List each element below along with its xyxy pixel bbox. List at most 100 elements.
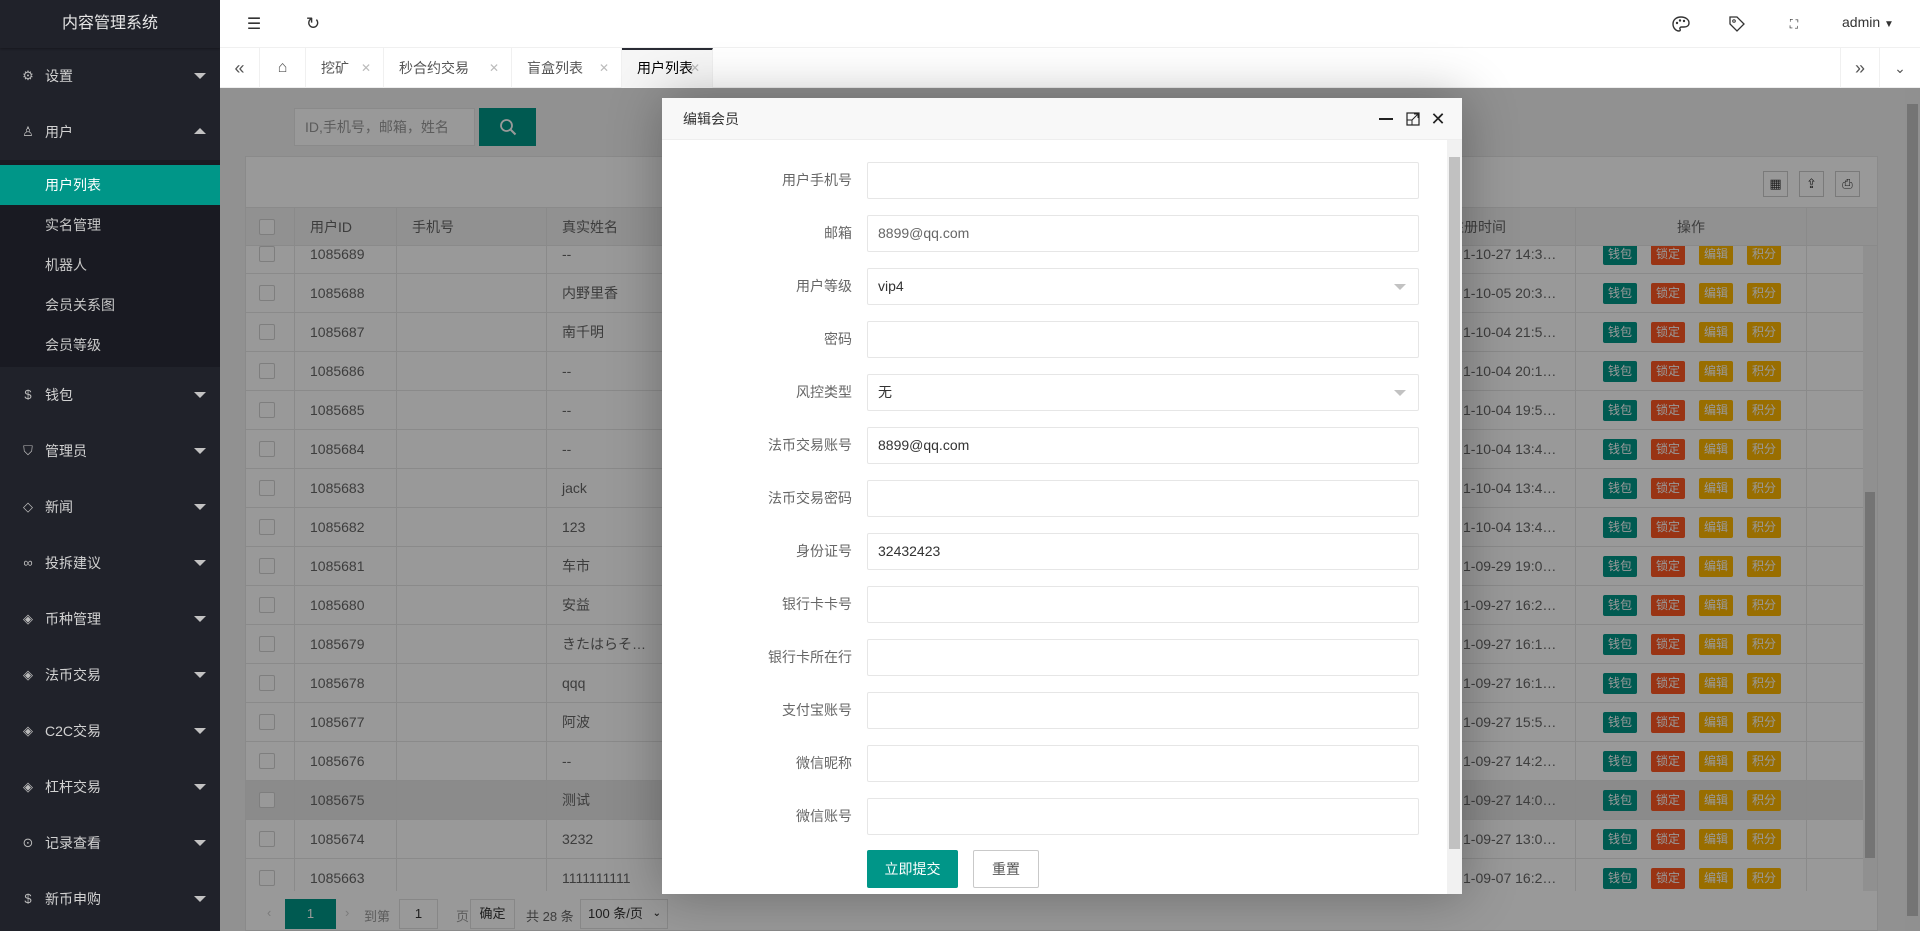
caret-down-icon bbox=[194, 840, 206, 846]
sidebar-item-4[interactable]: ◇ 新闻 bbox=[0, 479, 220, 535]
tab-3[interactable]: 用户列表 ✕ bbox=[622, 48, 713, 88]
sidebar-item-8[interactable]: ◈ C2C交易 bbox=[0, 703, 220, 759]
close-icon[interactable]: ✕ bbox=[1428, 108, 1448, 130]
diamond-icon: ◈ bbox=[23, 611, 33, 626]
caret-down-icon bbox=[194, 392, 206, 398]
sidebar-item-3[interactable]: ⛉ 管理员 bbox=[0, 423, 220, 479]
tab-close-icon[interactable]: ✕ bbox=[489, 48, 499, 88]
field-input[interactable] bbox=[867, 692, 1419, 729]
tab-label: 秒合约交易 bbox=[399, 60, 469, 76]
palette-icon[interactable] bbox=[1669, 12, 1693, 36]
sidebar-item-6[interactable]: ◈ 币种管理 bbox=[0, 591, 220, 647]
tab-close-icon[interactable]: ✕ bbox=[690, 50, 700, 86]
tab-2[interactable]: 盲盒列表 ✕ bbox=[512, 48, 622, 88]
field-select[interactable]: vip4 bbox=[867, 268, 1419, 305]
tab-close-icon[interactable]: ✕ bbox=[599, 48, 609, 88]
field-input[interactable]: 8899@qq.com bbox=[867, 427, 1419, 464]
tabs-scroll-right-icon[interactable]: » bbox=[1840, 48, 1880, 88]
field-label: 支付宝账号 bbox=[782, 702, 852, 718]
tab-1[interactable]: 秒合约交易 ✕ bbox=[384, 48, 512, 88]
field-input[interactable] bbox=[867, 798, 1419, 835]
field-value: 8899@qq.com bbox=[878, 437, 970, 453]
minimize-icon[interactable] bbox=[1376, 108, 1396, 130]
reset-button[interactable]: 重置 bbox=[973, 850, 1039, 888]
sidebar-item-label: 法币交易 bbox=[45, 667, 101, 683]
menu-fold-icon[interactable]: ☰ bbox=[242, 12, 266, 36]
field-input[interactable]: 8899@qq.com bbox=[867, 215, 1419, 252]
user-menu[interactable]: admin ▼ bbox=[1842, 14, 1894, 30]
submenu-item-4[interactable]: 会员等级 bbox=[0, 325, 220, 365]
sidebar-item-7[interactable]: ◈ 法币交易 bbox=[0, 647, 220, 703]
caret-down-icon bbox=[194, 672, 206, 678]
caret-down-icon bbox=[194, 504, 206, 510]
fullscreen-icon[interactable]: ⛶ bbox=[1782, 12, 1806, 36]
caret-down-icon bbox=[194, 448, 206, 454]
shield-icon: ⛉ bbox=[23, 443, 33, 458]
field-input[interactable] bbox=[867, 745, 1419, 782]
sidebar-item-1[interactable]: ♙ 用户 bbox=[0, 104, 220, 160]
sidebar-item-2[interactable]: $ 钱包 bbox=[0, 367, 220, 423]
sidebar-item-label: C2C交易 bbox=[45, 723, 102, 739]
refresh-icon[interactable]: ↻ bbox=[301, 12, 325, 36]
diamond-icon: ◈ bbox=[23, 723, 33, 738]
sidebar-item-label: 用户 bbox=[45, 124, 73, 140]
field-label: 身份证号 bbox=[796, 543, 852, 559]
field-value: 32432423 bbox=[878, 543, 941, 559]
caret-down-icon bbox=[194, 784, 206, 790]
sidebar-item-9[interactable]: ◈ 杠杆交易 bbox=[0, 759, 220, 815]
tag-icon: ◇ bbox=[23, 499, 33, 514]
tabs-dropdown-icon[interactable]: ⌄ bbox=[1880, 48, 1920, 88]
tag-icon[interactable] bbox=[1725, 12, 1749, 36]
sidebar-item-label: 新闻 bbox=[45, 499, 73, 515]
sidebar-item-label: 管理员 bbox=[45, 443, 87, 459]
field-input[interactable] bbox=[867, 639, 1419, 676]
sidebar-item-label: 钱包 bbox=[45, 387, 73, 403]
sidebar: 内容管理系统 用户列表 实名管理 机器人 会员关系图 会员等级 ⚙ 设置 ♙ 用户 $ 钱包 ⛉ 管理… bbox=[0, 0, 220, 931]
form-row: 微信账号 bbox=[662, 798, 1442, 835]
sidebar-item-10[interactable]: ⊙ 记录查看 bbox=[0, 815, 220, 871]
field-input[interactable] bbox=[867, 162, 1419, 199]
dialog-scrollbar[interactable] bbox=[1447, 140, 1462, 894]
caret-down-icon bbox=[1394, 284, 1406, 290]
maximize-icon[interactable] bbox=[1403, 108, 1423, 130]
tab-0[interactable]: 挖矿 ✕ bbox=[306, 48, 384, 88]
field-input[interactable] bbox=[867, 480, 1419, 517]
field-label: 邮箱 bbox=[824, 225, 852, 241]
field-value: vip4 bbox=[878, 278, 904, 294]
tab-label: 盲盒列表 bbox=[527, 60, 583, 76]
sidebar-item-label: 记录查看 bbox=[45, 835, 101, 851]
tab-close-icon[interactable]: ✕ bbox=[361, 48, 371, 88]
sidebar-item-label: 币种管理 bbox=[45, 611, 101, 627]
sidebar-item-0[interactable]: ⚙ 设置 bbox=[0, 48, 220, 104]
submenu-item-3[interactable]: 会员关系图 bbox=[0, 285, 220, 325]
field-input[interactable] bbox=[867, 586, 1419, 623]
submit-button[interactable]: 立即提交 bbox=[867, 850, 958, 888]
home-icon[interactable]: ⌂ bbox=[260, 48, 306, 88]
sidebar-item-11[interactable]: $ 新币申购 bbox=[0, 871, 220, 927]
field-label: 银行卡所在行 bbox=[768, 649, 852, 665]
user-submenu: 用户列表 实名管理 机器人 会员关系图 会员等级 bbox=[0, 160, 220, 367]
field-select[interactable]: 无 bbox=[867, 374, 1419, 411]
field-label: 用户等级 bbox=[796, 278, 852, 294]
field-label: 银行卡卡号 bbox=[782, 596, 852, 612]
top-header: ☰ ↻ ⛶ admin ▼ bbox=[220, 0, 1920, 48]
tabs-scroll-left-icon[interactable]: « bbox=[220, 48, 260, 88]
field-label: 风控类型 bbox=[796, 384, 852, 400]
field-label: 法币交易账号 bbox=[768, 437, 852, 453]
submenu-item-1[interactable]: 实名管理 bbox=[0, 205, 220, 245]
form-row: 邮箱 8899@qq.com bbox=[662, 215, 1442, 252]
submenu-item-0[interactable]: 用户列表 bbox=[0, 165, 220, 205]
form-row: 身份证号 32432423 bbox=[662, 533, 1442, 570]
form-row: 用户手机号 bbox=[662, 162, 1442, 199]
sidebar-item-label: 设置 bbox=[45, 68, 73, 84]
field-input[interactable] bbox=[867, 321, 1419, 358]
dollar-icon: $ bbox=[24, 387, 32, 402]
form-row: 密码 bbox=[662, 321, 1442, 358]
username: admin bbox=[1842, 14, 1881, 30]
field-input[interactable]: 32432423 bbox=[867, 533, 1419, 570]
form-row: 银行卡卡号 bbox=[662, 586, 1442, 623]
sidebar-item-5[interactable]: ∞ 投拆建议 bbox=[0, 535, 220, 591]
submenu-item-2[interactable]: 机器人 bbox=[0, 245, 220, 285]
gear-icon: ⚙ bbox=[22, 68, 34, 83]
field-value: 8899@qq.com bbox=[878, 225, 970, 241]
